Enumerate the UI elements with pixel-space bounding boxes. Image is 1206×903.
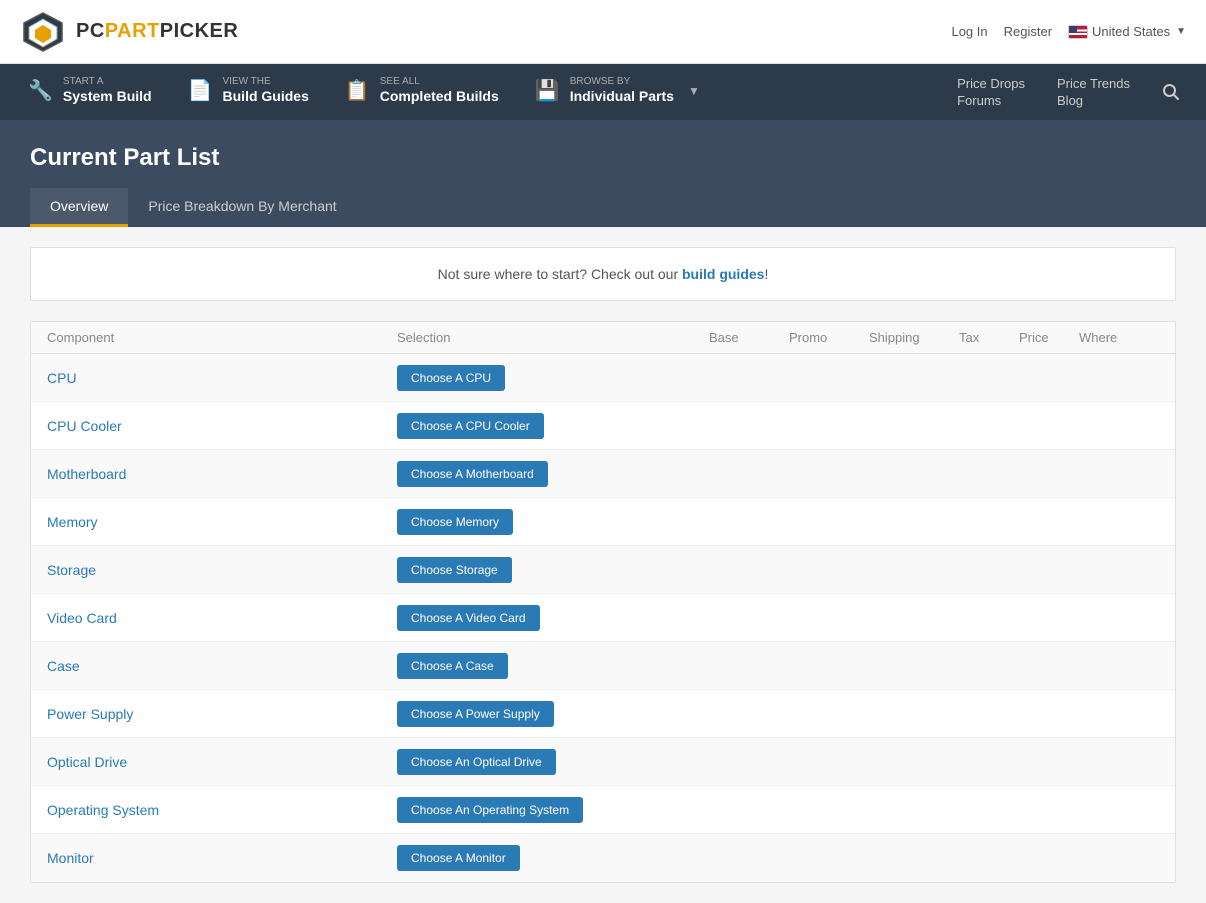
table-row: Operating System Choose An Operating Sys… <box>31 786 1175 834</box>
table-row: Video Card Choose A Video Card <box>31 594 1175 642</box>
search-icon <box>1162 83 1180 101</box>
component-operating-system[interactable]: Operating System <box>47 790 397 830</box>
col-where: Where <box>1079 330 1159 345</box>
component-cpu[interactable]: CPU <box>47 358 397 398</box>
choose-video-card-button[interactable]: Choose A Video Card <box>397 605 540 631</box>
motherboard-selection: Choose A Motherboard <box>397 461 709 487</box>
nav-build-guides[interactable]: 📄 VIEW THE Build Guides <box>170 64 327 120</box>
operating-system-selection: Choose An Operating System <box>397 797 709 823</box>
component-optical-drive[interactable]: Optical Drive <box>47 742 397 782</box>
login-link[interactable]: Log In <box>951 24 987 39</box>
choose-memory-button[interactable]: Choose Memory <box>397 509 513 535</box>
col-base: Base <box>709 330 789 345</box>
flag-icon <box>1068 25 1088 39</box>
navbar-right-links: Price Drops Forums Price Trends Blog <box>941 64 1196 120</box>
wrench-icon: 🔧 <box>28 78 53 103</box>
tab-overview[interactable]: Overview <box>30 188 128 227</box>
document-icon: 📄 <box>188 78 213 103</box>
col-component: Component <box>47 330 397 345</box>
memory-selection: Choose Memory <box>397 509 709 535</box>
page-title: Current Part List <box>30 144 1176 188</box>
component-video-card[interactable]: Video Card <box>47 598 397 638</box>
choose-power-supply-button[interactable]: Choose A Power Supply <box>397 701 554 727</box>
register-link[interactable]: Register <box>1004 24 1052 39</box>
logo-text: PCPARTPICKER <box>76 20 238 43</box>
nav-build-guides-labels: VIEW THE Build Guides <box>223 76 309 105</box>
component-motherboard[interactable]: Motherboard <box>47 454 397 494</box>
page-header: Current Part List Overview Price Breakdo… <box>0 120 1206 227</box>
table-row: Case Choose A Case <box>31 642 1175 690</box>
optical-drive-selection: Choose An Optical Drive <box>397 749 709 775</box>
tab-price-breakdown[interactable]: Price Breakdown By Merchant <box>128 188 356 227</box>
table-row: Power Supply Choose A Power Supply <box>31 690 1175 738</box>
logo-icon <box>20 9 66 55</box>
nav-system-build-labels: START A System Build <box>63 76 152 105</box>
build-guides-link[interactable]: build guides <box>682 266 764 282</box>
logo[interactable]: PCPARTPICKER <box>20 9 238 55</box>
power-supply-selection: Choose A Power Supply <box>397 701 709 727</box>
col-selection: Selection <box>397 330 709 345</box>
component-cpu-cooler[interactable]: CPU Cooler <box>47 406 397 446</box>
video-card-selection: Choose A Video Card <box>397 605 709 631</box>
list-icon: 📋 <box>345 78 370 103</box>
choose-motherboard-button[interactable]: Choose A Motherboard <box>397 461 548 487</box>
component-storage[interactable]: Storage <box>47 550 397 590</box>
info-text-1: Not sure where to start? Check out our <box>438 266 682 282</box>
header-right: Log In Register United States ▼ <box>951 24 1186 39</box>
monitor-selection: Choose A Monitor <box>397 845 709 871</box>
nav-system-build[interactable]: 🔧 START A System Build <box>10 64 170 120</box>
main-navbar: 🔧 START A System Build 📄 VIEW THE Build … <box>0 64 1206 120</box>
parts-table: Component Selection Base Promo Shipping … <box>30 321 1176 883</box>
main-content: Not sure where to start? Check out our b… <box>0 227 1206 903</box>
table-header: Component Selection Base Promo Shipping … <box>31 322 1175 354</box>
region-selector[interactable]: United States ▼ <box>1068 24 1186 39</box>
case-selection: Choose A Case <box>397 653 709 679</box>
component-memory[interactable]: Memory <box>47 502 397 542</box>
choose-case-button[interactable]: Choose A Case <box>397 653 508 679</box>
table-row: CPU Choose A CPU <box>31 354 1175 402</box>
cpu-selection: Choose A CPU <box>397 365 709 391</box>
chevron-down-icon: ▼ <box>688 84 700 98</box>
region-chevron: ▼ <box>1176 26 1186 37</box>
info-banner: Not sure where to start? Check out our b… <box>30 247 1176 301</box>
nav-completed-builds[interactable]: 📋 SEE ALL Completed Builds <box>327 64 517 120</box>
component-power-supply[interactable]: Power Supply <box>47 694 397 734</box>
col-tax: Tax <box>959 330 1019 345</box>
col-promo: Promo <box>789 330 869 345</box>
component-case[interactable]: Case <box>47 646 397 686</box>
table-row: Monitor Choose A Monitor <box>31 834 1175 882</box>
nav-completed-builds-labels: SEE ALL Completed Builds <box>380 76 499 105</box>
info-text-2: ! <box>764 266 768 282</box>
blog-link[interactable]: Blog <box>1041 93 1146 108</box>
choose-storage-button[interactable]: Choose Storage <box>397 557 512 583</box>
price-drops-link[interactable]: Price Drops <box>941 76 1041 91</box>
region-label: United States <box>1092 24 1170 39</box>
choose-operating-system-button[interactable]: Choose An Operating System <box>397 797 583 823</box>
page-tabs: Overview Price Breakdown By Merchant <box>30 188 1176 227</box>
cpu-cooler-selection: Choose A CPU Cooler <box>397 413 709 439</box>
table-row: Optical Drive Choose An Optical Drive <box>31 738 1175 786</box>
table-row: CPU Cooler Choose A CPU Cooler <box>31 402 1175 450</box>
price-trends-link[interactable]: Price Trends <box>1041 76 1146 91</box>
storage-selection: Choose Storage <box>397 557 709 583</box>
cpu-icon: 💾 <box>535 78 560 103</box>
choose-cpu-button[interactable]: Choose A CPU <box>397 365 505 391</box>
search-button[interactable] <box>1146 64 1196 120</box>
col-shipping: Shipping <box>869 330 959 345</box>
site-header: PCPARTPICKER Log In Register United Stat… <box>0 0 1206 64</box>
component-monitor[interactable]: Monitor <box>47 838 397 878</box>
forums-link[interactable]: Forums <box>941 93 1041 108</box>
table-row: Memory Choose Memory <box>31 498 1175 546</box>
choose-cpu-cooler-button[interactable]: Choose A CPU Cooler <box>397 413 544 439</box>
nav-individual-parts-labels: BROWSE BY Individual Parts <box>570 76 674 105</box>
table-row: Motherboard Choose A Motherboard <box>31 450 1175 498</box>
table-row: Storage Choose Storage <box>31 546 1175 594</box>
col-price: Price <box>1019 330 1079 345</box>
choose-optical-drive-button[interactable]: Choose An Optical Drive <box>397 749 556 775</box>
choose-monitor-button[interactable]: Choose A Monitor <box>397 845 520 871</box>
nav-individual-parts[interactable]: 💾 BROWSE BY Individual Parts ▼ <box>517 64 718 120</box>
